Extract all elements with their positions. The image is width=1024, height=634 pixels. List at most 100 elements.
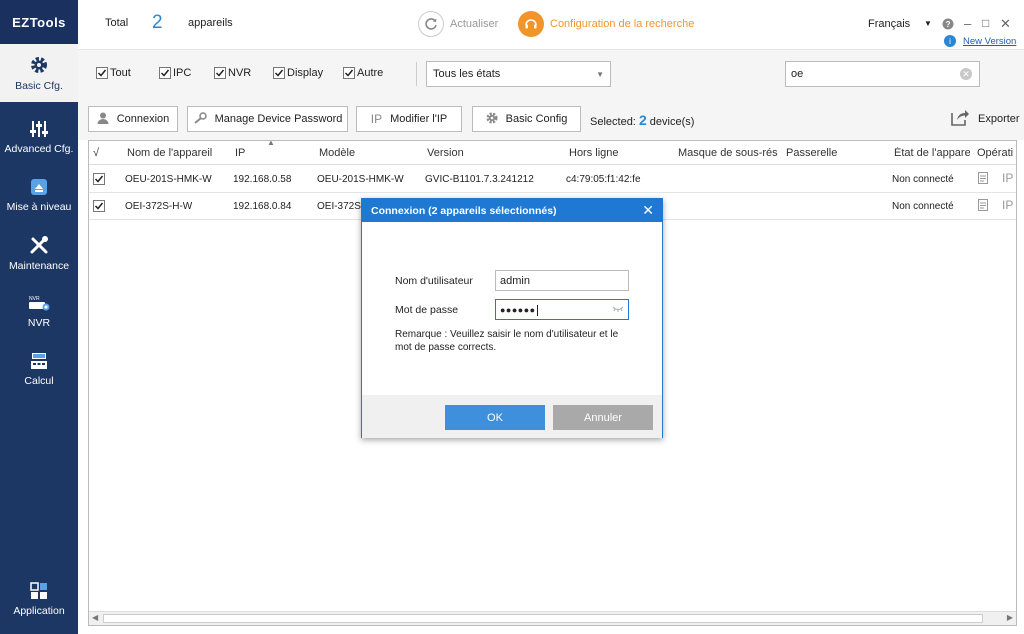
column-header-mask[interactable]: Masque de sous-rés [678,147,778,159]
sidebar-item-label: Basic Cfg. [15,79,63,92]
selected-info: Selected: 2 device(s) [590,112,694,128]
column-header-ip[interactable]: IP [235,147,245,159]
row-checkbox[interactable] [93,173,105,185]
app-logo: EZTools [0,0,78,44]
search-config-label: Configuration de la recherche [550,18,695,30]
scrollbar-thumb[interactable] [103,614,983,623]
connexion-button[interactable]: Connexion [88,106,178,132]
apps-grid-icon [30,581,48,600]
chevron-right-icon[interactable]: ▶ [1007,613,1013,622]
header: Total 2 appareils Actualiser Configurati… [78,0,1024,50]
text-cursor [536,304,538,316]
language-select[interactable]: Français [868,18,910,30]
sidebar-item-nvr[interactable]: NVR NVR [0,282,78,340]
column-header-version[interactable]: Version [427,147,464,159]
document-icon[interactable] [978,172,988,187]
export-label: Exporter [978,112,1020,125]
cell-model: OEU-201S-HMK-W [317,174,404,185]
sidebar-item-basic-cfg[interactable]: Basic Cfg. [0,44,78,102]
new-version-link[interactable]: New Version [963,36,1016,47]
cell-state: Non connecté [892,201,954,212]
horizontal-scrollbar[interactable]: ◀ ▶ [89,611,1016,625]
state-select[interactable]: Tous les états ▼ [426,61,611,87]
column-header-gateway[interactable]: Passerelle [786,147,837,159]
column-header-check[interactable]: √ [93,147,99,159]
chevron-left-icon[interactable]: ◀ [92,613,98,622]
selected-count: 2 [638,112,647,128]
sort-asc-icon: ▲ [267,140,275,147]
sidebar-item-application[interactable]: Application [0,570,78,628]
search-input-value: oe [791,68,804,80]
cell-state: Non connecté [892,174,954,185]
manage-password-button[interactable]: Manage Device Password [187,106,348,132]
modify-ip-label: Modifier l'IP [390,113,448,125]
state-select-value: Tous les états [433,68,501,80]
refresh-button[interactable]: Actualiser [418,11,498,37]
nvr-icon: NVR [28,294,50,312]
cell-version: GVIC-B1101.7.3.241212 [425,174,534,185]
total-label: Total [105,17,129,29]
tools-icon [29,235,49,255]
row-checkbox[interactable] [93,200,105,212]
cancel-button[interactable]: Annuler [553,405,653,430]
sidebar-item-calcul[interactable]: Calcul [0,340,78,398]
maximize-button[interactable]: □ [982,16,989,30]
sidebar-item-advanced-cfg[interactable]: Advanced Cfg. [0,108,78,166]
filter-bar: Tout IPC NVR Display Autre Tous les état… [78,50,1024,98]
clear-search-icon[interactable]: ✕ [960,68,972,80]
headset-icon [518,11,544,37]
close-icon[interactable]: ✕ [642,202,654,219]
devices-label: appareils [188,17,233,29]
column-header-name[interactable]: Nom de l'appareil [127,147,212,159]
ok-button[interactable]: OK [445,405,545,430]
svg-text:?: ? [946,20,951,29]
dialog-title: Connexion (2 appareils sélectionnés) ✕ [362,199,662,222]
modify-ip-button[interactable]: IP Modifier l'IP [356,106,462,132]
checkbox-checked-icon [214,67,226,79]
sidebar-item-label: Application [13,604,65,617]
column-header-state[interactable]: État de l'appare [894,147,970,159]
selected-suffix: device(s) [649,116,695,128]
upgrade-icon [30,178,48,196]
export-button[interactable]: Exporter [950,108,1020,129]
cell-model: OEI-372S- [317,201,365,212]
username-field[interactable]: admin [495,270,629,291]
cell-name: OEU-201S-HMK-W [125,174,212,185]
cell-offline: c4:79:05:f1:42:fe [566,174,641,185]
search-input[interactable]: oe ✕ [785,61,980,87]
filter-label: IPC [173,67,192,79]
op-ip-link[interactable]: IP [1002,171,1013,185]
filter-display-checkbox[interactable]: Display [273,67,323,79]
column-header-operation[interactable]: Opérati [977,147,1016,159]
column-header-offline[interactable]: Hors ligne [569,147,619,159]
basic-config-button[interactable]: Basic Config [472,106,581,132]
username-label: Nom d'utilisateur [395,275,473,287]
filter-all-checkbox[interactable]: Tout [96,67,131,79]
cell-name: OEI-372S-H-W [125,201,193,212]
eye-closed-icon[interactable] [612,304,624,314]
refresh-icon [418,11,444,37]
filter-ipc-checkbox[interactable]: IPC [159,67,191,79]
user-icon [97,112,109,127]
table-header: √ Nom de l'appareil IP ▲ Modèle Version … [89,141,1016,165]
password-field[interactable]: ●●●●●● [495,299,629,320]
key-icon [193,111,207,127]
action-bar: Connexion Manage Device Password IP Modi… [78,98,1024,140]
connexion-label: Connexion [116,113,170,125]
manage-password-label: Manage Device Password [214,113,343,125]
filter-label: Tout [110,67,131,79]
sidebar-item-upgrade[interactable]: Mise à niveau [0,166,78,224]
document-icon[interactable] [978,199,988,214]
ip-icon: IP [370,112,383,126]
table-row[interactable]: OEU-201S-HMK-W 192.168.0.58 OEU-201S-HMK… [89,166,1016,193]
filter-other-checkbox[interactable]: Autre [343,67,383,79]
search-config-button[interactable]: Configuration de la recherche [518,11,694,37]
sidebar-item-label: Maintenance [8,259,70,272]
filter-nvr-checkbox[interactable]: NVR [214,67,251,79]
close-window-button[interactable]: ✕ [1000,16,1011,32]
op-ip-link[interactable]: IP [1002,198,1013,212]
minimize-button[interactable]: – [964,16,971,31]
sidebar-item-maintenance[interactable]: Maintenance [0,224,78,282]
column-header-model[interactable]: Modèle [319,147,355,159]
help-icon[interactable]: ? [942,16,954,33]
